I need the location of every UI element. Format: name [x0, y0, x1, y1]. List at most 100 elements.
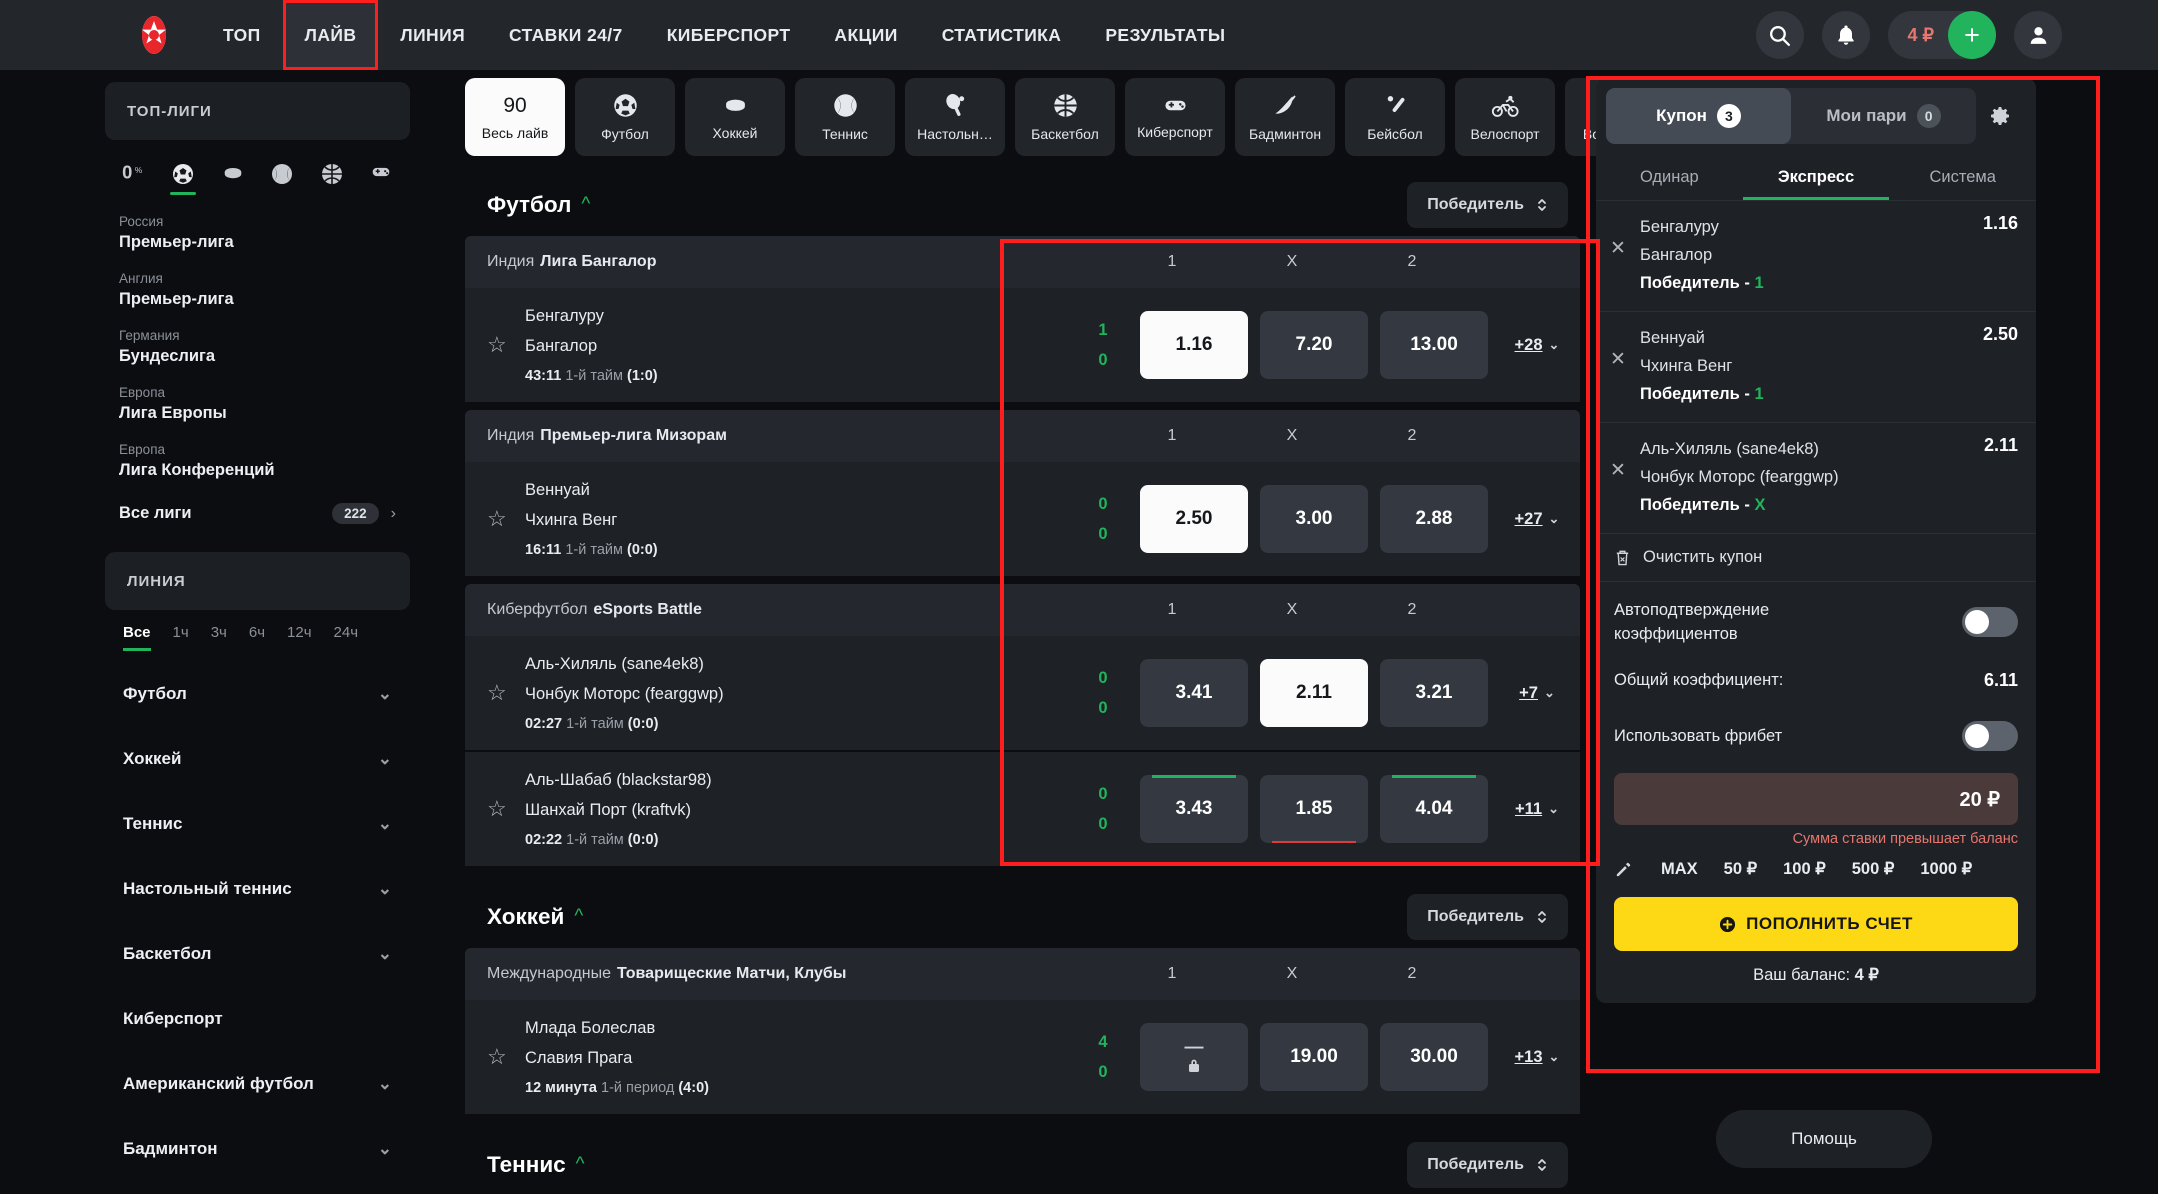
- odd-button-x[interactable]: 2.11: [1260, 659, 1368, 727]
- odd-button-x[interactable]: 19.00: [1260, 1023, 1368, 1091]
- favorite-star-icon[interactable]: ☆: [487, 680, 517, 706]
- chevron-up-icon[interactable]: ^: [581, 194, 590, 216]
- favorite-star-icon[interactable]: ☆: [487, 506, 517, 532]
- freebet-toggle[interactable]: [1962, 721, 2018, 751]
- league-header[interactable]: Индия Премьер-лига Мизорам 1 X 2: [465, 410, 1580, 462]
- sidebar-sport-zero-percent[interactable]: 0%: [119, 162, 149, 196]
- match-row[interactable]: ☆ Аль-Шабаб (blackstar98) Шанхай Порт (k…: [465, 752, 1580, 868]
- sidebar-sport-football[interactable]: [169, 162, 199, 196]
- sport-tab-badminton[interactable]: Бадминтон: [1235, 78, 1335, 156]
- league-header[interactable]: Международные Товарищеские Матчи, Клубы …: [465, 948, 1580, 1000]
- league-item[interactable]: Англия Премьер-лига: [119, 269, 396, 310]
- chevron-up-icon[interactable]: ^: [576, 1154, 585, 1176]
- deposit-plus-button[interactable]: +: [1948, 11, 1996, 59]
- bet-type-express[interactable]: Экспресс: [1743, 154, 1890, 200]
- more-markets-button[interactable]: +28 ⌄: [1494, 336, 1580, 355]
- sidebar-sport-hockey[interactable]: [218, 162, 248, 196]
- edit-stake-button[interactable]: [1614, 860, 1648, 879]
- odd-button-x[interactable]: 3.00: [1260, 485, 1368, 553]
- chevron-up-icon[interactable]: ^: [574, 906, 583, 928]
- odd-button-2[interactable]: 4.04: [1380, 775, 1488, 843]
- nav-item-live[interactable]: ЛАЙВ: [283, 0, 379, 70]
- all-leagues-row[interactable]: Все лиги 222 ›: [105, 497, 410, 524]
- sidebar-item-hockey[interactable]: Хоккей ⌄: [105, 726, 410, 791]
- quick-stake-100[interactable]: 100 ₽: [1770, 859, 1839, 879]
- time-tab-12h[interactable]: 12ч: [287, 624, 312, 651]
- league-header[interactable]: Киберфутбол eSports Battle 1 X 2: [465, 584, 1580, 636]
- sidebar-item-basketball[interactable]: Баскетбол ⌄: [105, 921, 410, 986]
- more-markets-button[interactable]: +11 ⌄: [1494, 800, 1580, 819]
- odd-button-2[interactable]: 30.00: [1380, 1023, 1488, 1091]
- time-tab-all[interactable]: Все: [123, 624, 151, 651]
- time-tab-3h[interactable]: 3ч: [211, 624, 227, 651]
- league-item[interactable]: Европа Лига Конференций: [119, 440, 396, 481]
- deposit-button[interactable]: ПОПОЛНИТЬ СЧЕТ: [1614, 897, 2018, 951]
- league-item[interactable]: Россия Премьер-лига: [119, 212, 396, 253]
- sidebar-item-badminton[interactable]: Бадминтон ⌄: [105, 1116, 410, 1181]
- sidebar-sport-esports[interactable]: [367, 162, 397, 196]
- balance-pill[interactable]: 4 ₽ +: [1888, 11, 1996, 59]
- sidebar-item-table-tennis[interactable]: Настольный теннис ⌄: [105, 856, 410, 921]
- odd-button-2[interactable]: 3.21: [1380, 659, 1488, 727]
- sport-tab-hockey[interactable]: Хоккей: [685, 78, 785, 156]
- more-markets-button[interactable]: +13 ⌄: [1494, 1048, 1580, 1067]
- remove-selection-icon[interactable]: ✕: [1610, 237, 1636, 260]
- remove-selection-icon[interactable]: ✕: [1610, 459, 1636, 482]
- time-tab-24h[interactable]: 24ч: [334, 624, 359, 651]
- stake-input[interactable]: 20 ₽: [1614, 773, 2018, 825]
- league-item[interactable]: Европа Лига Европы: [119, 383, 396, 424]
- match-row[interactable]: ☆ Бенгалуру Бангалор 43:11 1-й тайм (1:0…: [465, 288, 1580, 404]
- odd-button-1[interactable]: 2.50: [1140, 485, 1248, 553]
- nav-item-line[interactable]: ЛИНИЯ: [378, 0, 487, 70]
- sidebar-item-tennis[interactable]: Теннис ⌄: [105, 791, 410, 856]
- quick-stake-500[interactable]: 500 ₽: [1839, 859, 1908, 879]
- market-selector[interactable]: Победитель: [1407, 1142, 1568, 1188]
- odd-button-1[interactable]: 3.43: [1140, 775, 1248, 843]
- quick-stake-max[interactable]: MAX: [1648, 860, 1711, 879]
- sport-tab-all-live[interactable]: 90 Весь лайв: [465, 78, 565, 156]
- more-markets-button[interactable]: +7 ⌄: [1494, 684, 1580, 703]
- autoconfirm-toggle[interactable]: [1962, 607, 2018, 637]
- nav-item-top[interactable]: ТОП: [201, 0, 283, 70]
- odd-button-2[interactable]: 2.88: [1380, 485, 1488, 553]
- nav-item-promos[interactable]: АКЦИИ: [812, 0, 919, 70]
- sidebar-sport-tennis[interactable]: [268, 162, 298, 196]
- time-tab-1h[interactable]: 1ч: [173, 624, 189, 651]
- time-tab-6h[interactable]: 6ч: [249, 624, 265, 651]
- sidebar-item-american-football[interactable]: Американский футбол ⌄: [105, 1051, 410, 1116]
- quick-stake-1000[interactable]: 1000 ₽: [1907, 859, 1985, 879]
- site-logo-icon[interactable]: [133, 14, 175, 56]
- sport-tab-esports[interactable]: Киберспорт: [1125, 78, 1225, 156]
- sport-tab-tennis[interactable]: Теннис: [795, 78, 895, 156]
- odd-button-1[interactable]: 3.41: [1140, 659, 1248, 727]
- help-button[interactable]: Помощь: [1716, 1110, 1932, 1168]
- sport-tab-cycling[interactable]: Велоспорт: [1455, 78, 1555, 156]
- quick-stake-50[interactable]: 50 ₽: [1711, 859, 1770, 879]
- remove-selection-icon[interactable]: ✕: [1610, 348, 1636, 371]
- market-selector[interactable]: Победитель: [1407, 894, 1568, 940]
- odd-button-1[interactable]: 1.16: [1140, 311, 1248, 379]
- league-item[interactable]: Германия Бундеслига: [119, 326, 396, 367]
- sidebar-item-football[interactable]: Футбол ⌄: [105, 661, 410, 726]
- bet-type-system[interactable]: Система: [1889, 154, 2036, 200]
- favorite-star-icon[interactable]: ☆: [487, 1044, 517, 1070]
- favorite-star-icon[interactable]: ☆: [487, 796, 517, 822]
- match-row[interactable]: ☆ Аль-Хиляль (sane4ek8) Чонбук Моторс (f…: [465, 636, 1580, 752]
- more-markets-button[interactable]: +27 ⌄: [1494, 510, 1580, 529]
- match-row[interactable]: ☆ Млада Болеслав Славия Прага 12 минута …: [465, 1000, 1580, 1116]
- search-button[interactable]: [1756, 11, 1804, 59]
- favorite-star-icon[interactable]: ☆: [487, 332, 517, 358]
- odd-button-x[interactable]: 1.85: [1260, 775, 1368, 843]
- account-button[interactable]: [2014, 11, 2062, 59]
- nav-item-results[interactable]: РЕЗУЛЬТАТЫ: [1083, 0, 1247, 70]
- nav-item-bets247[interactable]: СТАВКИ 24/7: [487, 0, 645, 70]
- clear-coupon-button[interactable]: Очистить купон: [1596, 534, 2036, 582]
- sport-tab-baseball[interactable]: Бейсбол: [1345, 78, 1445, 156]
- betslip-settings-button[interactable]: [1976, 104, 2024, 128]
- sport-tab-basketball[interactable]: Баскетбол: [1015, 78, 1115, 156]
- nav-item-statistics[interactable]: СТАТИСТИКА: [920, 0, 1084, 70]
- sidebar-sport-basketball[interactable]: [317, 162, 347, 196]
- bet-type-single[interactable]: Одинар: [1596, 154, 1743, 200]
- match-row[interactable]: ☆ Веннуай Чхинга Венг 16:11 1-й тайм (0:…: [465, 462, 1580, 578]
- sport-tab-table-tennis[interactable]: Настольн…: [905, 78, 1005, 156]
